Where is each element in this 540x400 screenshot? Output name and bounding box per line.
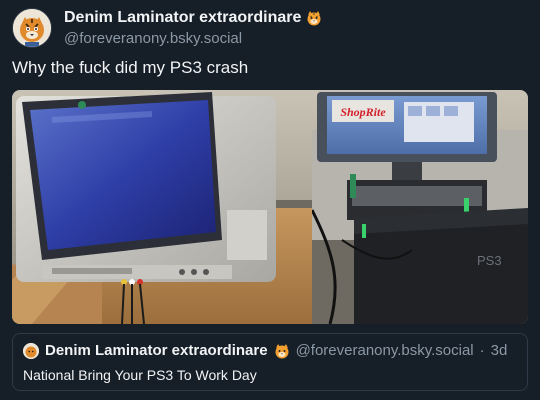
post-image[interactable]: ShopRite PS3 [12, 90, 528, 324]
quote-author-handle[interactable]: @foreveranony.bsky.social [296, 342, 474, 359]
tiger-avatar-icon[interactable] [12, 8, 52, 48]
author-display-name[interactable]: Denim Laminator extraordinare [64, 9, 322, 27]
tiger-avatar-icon[interactable] [23, 342, 39, 359]
shoprite-logo: ShopRite [340, 105, 386, 119]
quoted-post[interactable]: Denim Laminator extraordinare @foreveran… [12, 333, 528, 391]
post-text: Why the fuck did my PS3 crash [12, 58, 249, 77]
tiger-face-icon [306, 10, 322, 26]
author-name-text[interactable]: Denim Laminator extraordinare [64, 9, 301, 27]
quote-separator: · [479, 342, 485, 359]
quote-author-name[interactable]: Denim Laminator extraordinare [45, 342, 268, 359]
post-header: Denim Laminator extraordinare @foreveran… [12, 8, 322, 48]
ps3-label: PS3 [477, 253, 502, 268]
author-handle[interactable]: @foreveranony.bsky.social [64, 30, 322, 47]
ps3-console: PS3 [354, 208, 528, 324]
tiger-face-icon [274, 343, 290, 359]
quote-text: National Bring Your PS3 To Work Day [23, 367, 257, 383]
quote-timestamp[interactable]: 3d [491, 342, 508, 359]
